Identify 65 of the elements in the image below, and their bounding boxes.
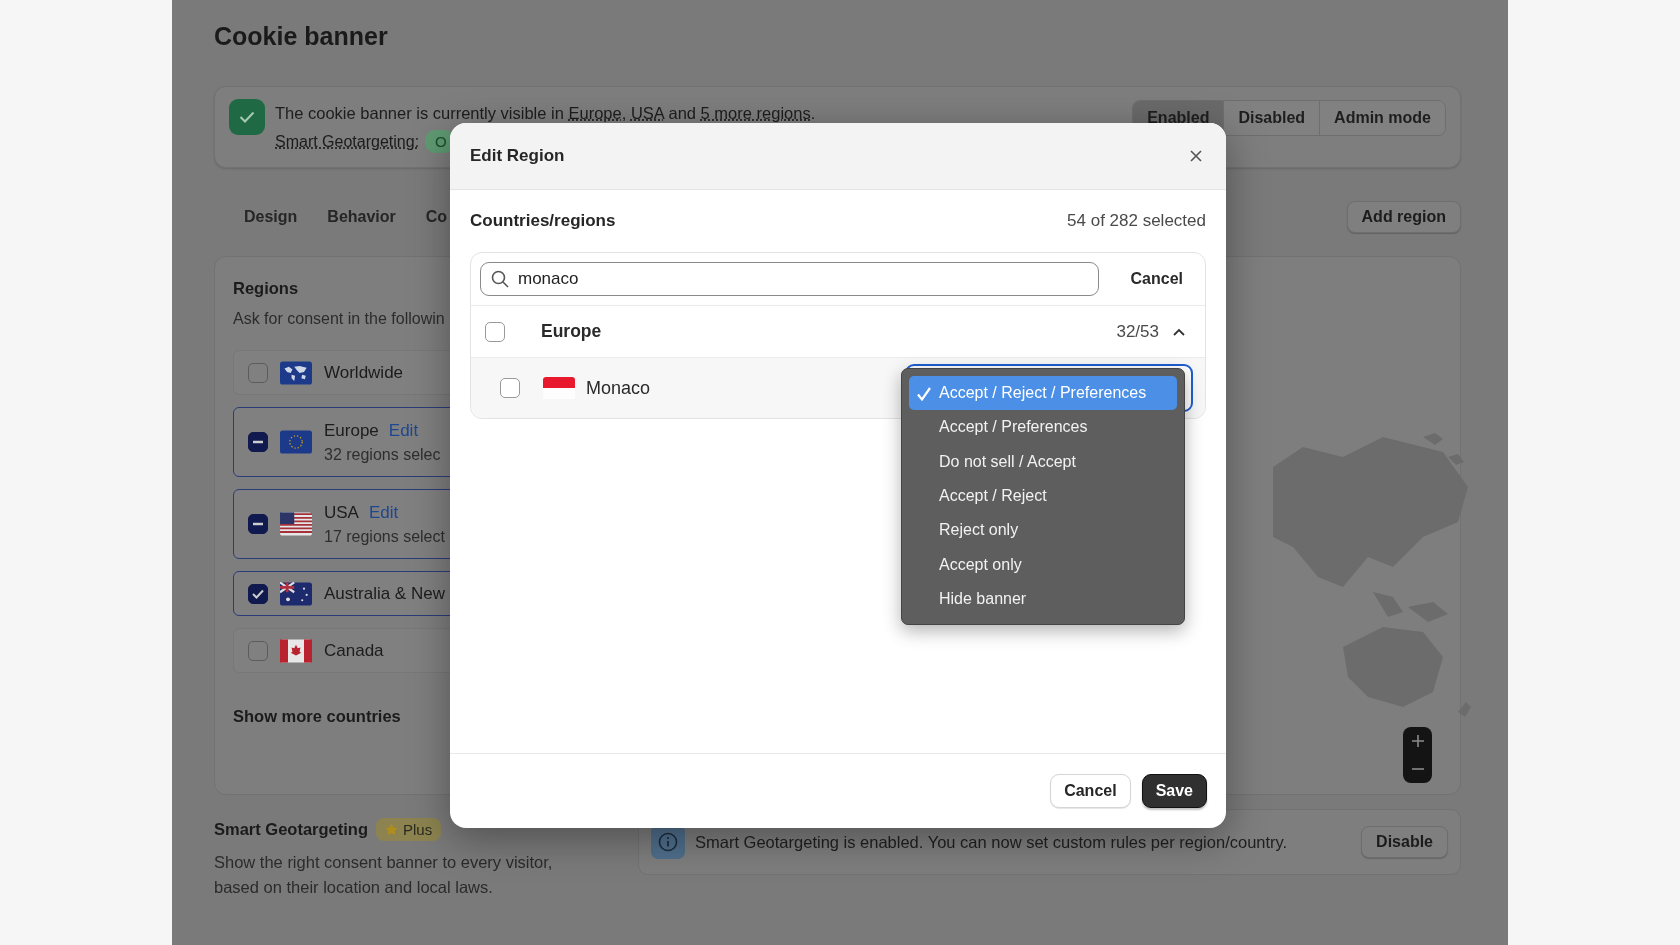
- region-name: Europe: [324, 420, 379, 440]
- tab[interactable]: Design: [214, 207, 313, 226]
- flag-icon: [543, 377, 575, 399]
- checkbox[interactable]: [248, 362, 268, 383]
- checkbox[interactable]: [248, 583, 268, 604]
- search-icon: [491, 270, 509, 288]
- menu-option[interactable]: Do not sell / Accept: [909, 444, 1177, 479]
- minus-icon: [253, 522, 263, 526]
- add-region-button[interactable]: Add region: [1346, 200, 1461, 233]
- menu-option[interactable]: Hide banner: [909, 581, 1177, 617]
- checkbox[interactable]: [485, 321, 505, 342]
- flag-icon: [280, 512, 312, 536]
- page-title: Cookie banner: [214, 21, 389, 52]
- section-title: Smart Geotargeting: [214, 820, 369, 839]
- region-detail: 32 regions selec: [324, 445, 441, 464]
- check-icon: [916, 386, 932, 402]
- cancel-search-button[interactable]: Cancel: [1108, 270, 1196, 288]
- section-label: Countries/regions: [470, 211, 616, 231]
- selection-count: 54 of 282 selected: [1067, 211, 1206, 231]
- show-more-link[interactable]: Show more countries: [233, 707, 401, 726]
- section-description: Show the right consent banner to every visitor, based on their location and local laws.: [214, 852, 554, 898]
- minus-icon: [253, 440, 263, 444]
- checkbox[interactable]: [500, 378, 520, 398]
- cancel-button[interactable]: Cancel: [1050, 774, 1131, 808]
- checkbox[interactable]: [248, 514, 268, 534]
- region-link[interactable]: Europe: [568, 104, 622, 122]
- menu-option[interactable]: Accept / Preferences: [909, 410, 1177, 445]
- region-name: USA: [324, 502, 359, 522]
- region-name: Australia & New: [324, 583, 445, 603]
- group-count: 32/53: [1116, 321, 1159, 342]
- zoom-control[interactable]: [1403, 727, 1432, 783]
- flag-icon: [280, 581, 312, 606]
- tab[interactable]: Co: [410, 207, 463, 226]
- menu-option[interactable]: Accept / Reject / Preferences: [909, 376, 1177, 411]
- checkbox[interactable]: [248, 640, 268, 661]
- disable-button[interactable]: Disable: [1361, 826, 1448, 858]
- flag-icon: [280, 360, 312, 385]
- mode-option[interactable]: Admin mode: [1319, 101, 1445, 135]
- menu-option[interactable]: Accept only: [909, 547, 1177, 582]
- geotargeting-label[interactable]: Smart Geotargeting:: [275, 132, 420, 151]
- edit-link[interactable]: Edit: [368, 502, 399, 522]
- zoom-in-icon[interactable]: [1410, 734, 1425, 748]
- flag-icon: [280, 638, 312, 663]
- info-message: Smart Geotargeting is enabled. You can now set custom rules per region/country.: [695, 832, 1289, 852]
- edit-link[interactable]: Edit: [388, 420, 419, 440]
- status-message: The cookie banner is currently visible in Europe, USA and 5 more regions.: [275, 103, 817, 124]
- plus-badge: Plus: [376, 818, 442, 841]
- region-name: Worldwide: [324, 362, 404, 382]
- tab[interactable]: Behavior: [312, 207, 411, 226]
- region-link[interactable]: 5 more regions: [700, 104, 811, 122]
- check-icon: [252, 588, 264, 599]
- save-button[interactable]: Save: [1141, 774, 1207, 808]
- group-name: Europe: [541, 321, 603, 342]
- search-field[interactable]: monaco: [480, 262, 1099, 296]
- menu-option[interactable]: Reject only: [909, 513, 1177, 548]
- region-detail: 17 regions select: [324, 527, 445, 546]
- checkbox[interactable]: [248, 432, 268, 452]
- check-icon: [229, 99, 265, 135]
- section-title: Regions: [233, 278, 299, 299]
- menu-option[interactable]: Accept / Reject: [909, 478, 1177, 514]
- section-description: Ask for consent in the followin: [233, 309, 445, 329]
- flag-icon: [280, 430, 312, 454]
- region-link[interactable]: USA: [630, 104, 664, 122]
- region-name: Canada: [324, 640, 384, 660]
- dialog-title: Edit Region: [470, 146, 566, 166]
